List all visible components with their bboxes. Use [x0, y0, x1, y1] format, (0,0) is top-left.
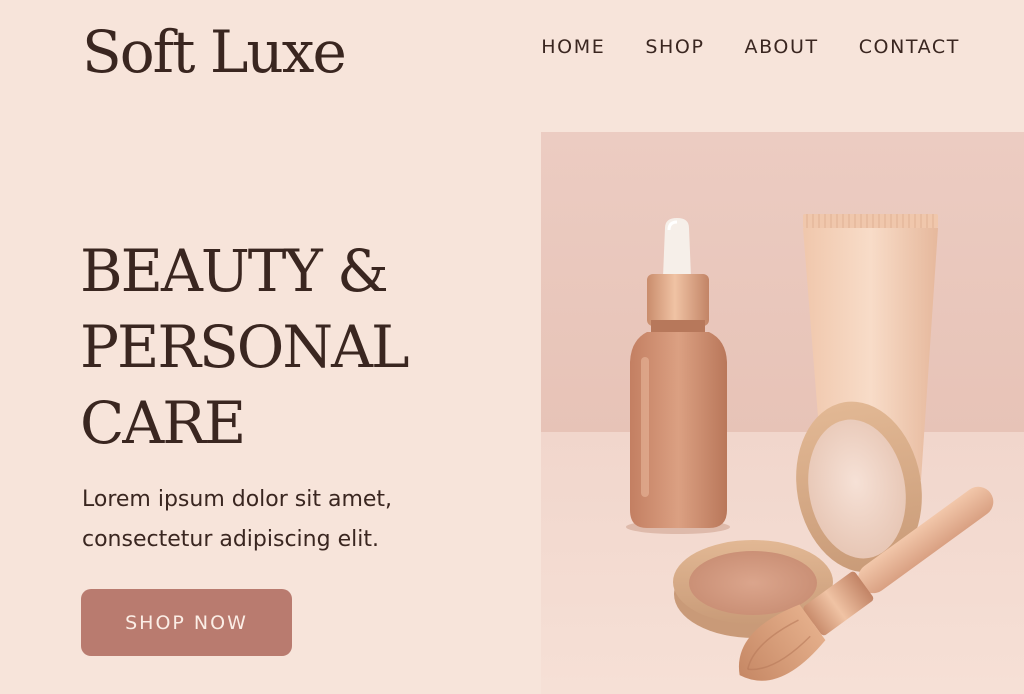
- brand-logo[interactable]: Soft Luxe: [82, 16, 347, 88]
- hero-subtext-line-2: consectetur adipiscing elit.: [82, 527, 379, 552]
- hero-headline-line-2: PERSONAL: [80, 313, 409, 381]
- hero-subtext-line-1: Lorem ipsum dolor sit amet,: [82, 487, 393, 512]
- nav-item-home[interactable]: HOME: [541, 36, 605, 58]
- nav-item-about[interactable]: ABOUT: [745, 36, 819, 58]
- hero-headline-line-3: CARE: [80, 389, 246, 457]
- shop-now-button[interactable]: SHOP NOW: [81, 589, 292, 656]
- hero-headline: BEAUTY & PERSONAL CARE: [80, 233, 530, 461]
- nav-item-shop[interactable]: SHOP: [645, 36, 704, 58]
- hero-headline-line-1: BEAUTY &: [80, 237, 389, 305]
- hero-subtext: Lorem ipsum dolor sit amet, consectetur …: [82, 480, 522, 560]
- hero-product-image: [541, 132, 1024, 694]
- nav-item-contact[interactable]: CONTACT: [859, 36, 960, 58]
- main-nav: HOME SHOP ABOUT CONTACT: [541, 36, 960, 58]
